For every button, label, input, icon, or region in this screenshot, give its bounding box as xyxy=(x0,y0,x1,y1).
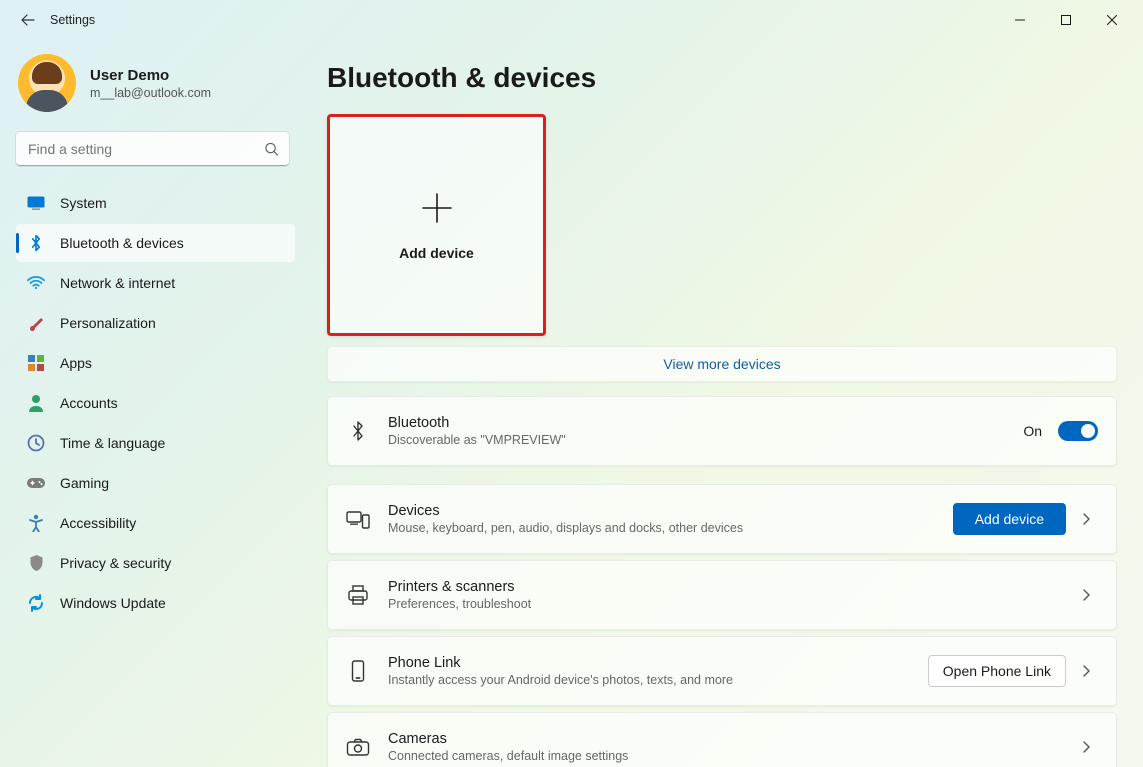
profile-name: User Demo xyxy=(90,67,211,84)
sidebar-item-label: Gaming xyxy=(60,475,109,491)
sidebar-item-label: Network & internet xyxy=(60,275,175,291)
sidebar-item-label: Privacy & security xyxy=(60,555,171,571)
sidebar-nav: System Bluetooth & devices Network & inter… xyxy=(16,184,295,622)
maximize-button[interactable] xyxy=(1043,4,1089,36)
sidebar-item-time[interactable]: Time & language xyxy=(16,424,295,462)
action-button-phone[interactable]: Open Phone Link xyxy=(928,655,1066,687)
bluetooth-toggle[interactable] xyxy=(1058,421,1098,441)
sidebar-item-gaming[interactable]: Gaming xyxy=(16,464,295,502)
sidebar-item-label: Personalization xyxy=(60,315,156,331)
bluetooth-card: Bluetooth Discoverable as "VMPREVIEW" On xyxy=(327,396,1117,466)
settings-row-printer[interactable]: Printers & scanners Preferences, troubles… xyxy=(328,561,1116,629)
account-icon xyxy=(26,393,46,413)
row-title: Cameras xyxy=(388,731,1064,747)
bluetooth-icon xyxy=(346,419,370,443)
sidebar-item-account[interactable]: Accounts xyxy=(16,384,295,422)
add-device-tile-label: Add device xyxy=(399,245,474,261)
window-title: Settings xyxy=(50,13,95,27)
bluetooth-icon xyxy=(26,233,46,253)
view-more-label: View more devices xyxy=(663,356,780,372)
settings-card-phone: Phone Link Instantly access your Android … xyxy=(327,636,1117,706)
bluetooth-subtitle: Discoverable as "VMPREVIEW" xyxy=(388,433,1005,447)
sidebar-item-update[interactable]: Windows Update xyxy=(16,584,295,622)
sidebar-item-label: Accessibility xyxy=(60,515,136,531)
chevron-right-icon xyxy=(1082,513,1098,525)
sidebar-item-privacy[interactable]: Privacy & security xyxy=(16,544,295,582)
accessibility-icon xyxy=(26,513,46,533)
row-subtitle: Preferences, troubleshoot xyxy=(388,597,1064,611)
wifi-icon xyxy=(26,273,46,293)
action-button-devices[interactable]: Add device xyxy=(953,503,1066,535)
settings-card-printer: Printers & scanners Preferences, troubles… xyxy=(327,560,1117,630)
search-input[interactable] xyxy=(16,132,289,166)
row-subtitle: Connected cameras, default image setting… xyxy=(388,749,1064,763)
row-title: Devices xyxy=(388,503,935,519)
view-more-devices-link[interactable]: View more devices xyxy=(327,346,1117,382)
row-subtitle: Mouse, keyboard, pen, audio, displays an… xyxy=(388,521,935,535)
close-button[interactable] xyxy=(1089,4,1135,36)
sidebar-item-accessibility[interactable]: Accessibility xyxy=(16,504,295,542)
apps-icon xyxy=(26,353,46,373)
settings-card-devices: Devices Mouse, keyboard, pen, audio, disp… xyxy=(327,484,1117,554)
chevron-right-icon xyxy=(1082,589,1098,601)
bluetooth-state-label: On xyxy=(1023,423,1042,439)
search-box xyxy=(16,132,289,166)
update-icon xyxy=(26,593,46,613)
gaming-icon xyxy=(26,473,46,493)
sidebar-item-apps[interactable]: Apps xyxy=(16,344,295,382)
sidebar-item-label: System xyxy=(60,195,107,211)
sidebar-item-bluetooth[interactable]: Bluetooth & devices xyxy=(16,224,295,262)
privacy-icon xyxy=(26,553,46,573)
chevron-right-icon xyxy=(1082,741,1098,753)
sidebar-item-label: Apps xyxy=(60,355,92,371)
row-subtitle: Instantly access your Android device's p… xyxy=(388,673,910,687)
back-button[interactable] xyxy=(12,4,44,36)
camera-icon xyxy=(346,735,370,759)
row-title: Printers & scanners xyxy=(388,579,1064,595)
avatar xyxy=(18,54,76,112)
add-device-tile[interactable]: Add device xyxy=(327,114,546,336)
sidebar-item-system[interactable]: System xyxy=(16,184,295,222)
minimize-button[interactable] xyxy=(997,4,1043,36)
profile-block[interactable]: User Demo m__lab@outlook.com xyxy=(16,44,295,132)
sidebar-item-label: Time & language xyxy=(60,435,165,451)
row-title: Phone Link xyxy=(388,655,910,671)
close-icon xyxy=(1107,15,1117,25)
chevron-right-icon xyxy=(1082,665,1098,677)
sidebar: User Demo m__lab@outlook.com System Bluet… xyxy=(0,40,305,767)
arrow-left-icon xyxy=(20,12,36,28)
bluetooth-title: Bluetooth xyxy=(388,415,1005,431)
sidebar-item-label: Windows Update xyxy=(60,595,166,611)
plus-icon xyxy=(418,189,456,227)
phone-icon xyxy=(346,659,370,683)
bluetooth-row[interactable]: Bluetooth Discoverable as "VMPREVIEW" On xyxy=(328,397,1116,465)
title-bar: Settings xyxy=(0,0,1143,40)
sidebar-item-wifi[interactable]: Network & internet xyxy=(16,264,295,302)
devices-icon xyxy=(346,507,370,531)
sidebar-item-label: Bluetooth & devices xyxy=(60,235,184,251)
brush-icon xyxy=(26,313,46,333)
main-content: Bluetooth & devices Add device View more… xyxy=(305,40,1143,767)
profile-email: m__lab@outlook.com xyxy=(90,86,211,100)
page-title: Bluetooth & devices xyxy=(327,62,1117,94)
settings-row-phone[interactable]: Phone Link Instantly access your Android … xyxy=(328,637,1116,705)
system-icon xyxy=(26,193,46,213)
time-icon xyxy=(26,433,46,453)
sidebar-item-brush[interactable]: Personalization xyxy=(16,304,295,342)
maximize-icon xyxy=(1061,15,1071,25)
device-settings-group: Devices Mouse, keyboard, pen, audio, disp… xyxy=(327,484,1117,767)
settings-row-camera[interactable]: Cameras Connected cameras, default image … xyxy=(328,713,1116,767)
printer-icon xyxy=(346,583,370,607)
settings-card-camera: Cameras Connected cameras, default image … xyxy=(327,712,1117,767)
settings-row-devices[interactable]: Devices Mouse, keyboard, pen, audio, disp… xyxy=(328,485,1116,553)
sidebar-item-label: Accounts xyxy=(60,395,118,411)
minimize-icon xyxy=(1015,15,1025,25)
search-icon xyxy=(264,142,279,157)
